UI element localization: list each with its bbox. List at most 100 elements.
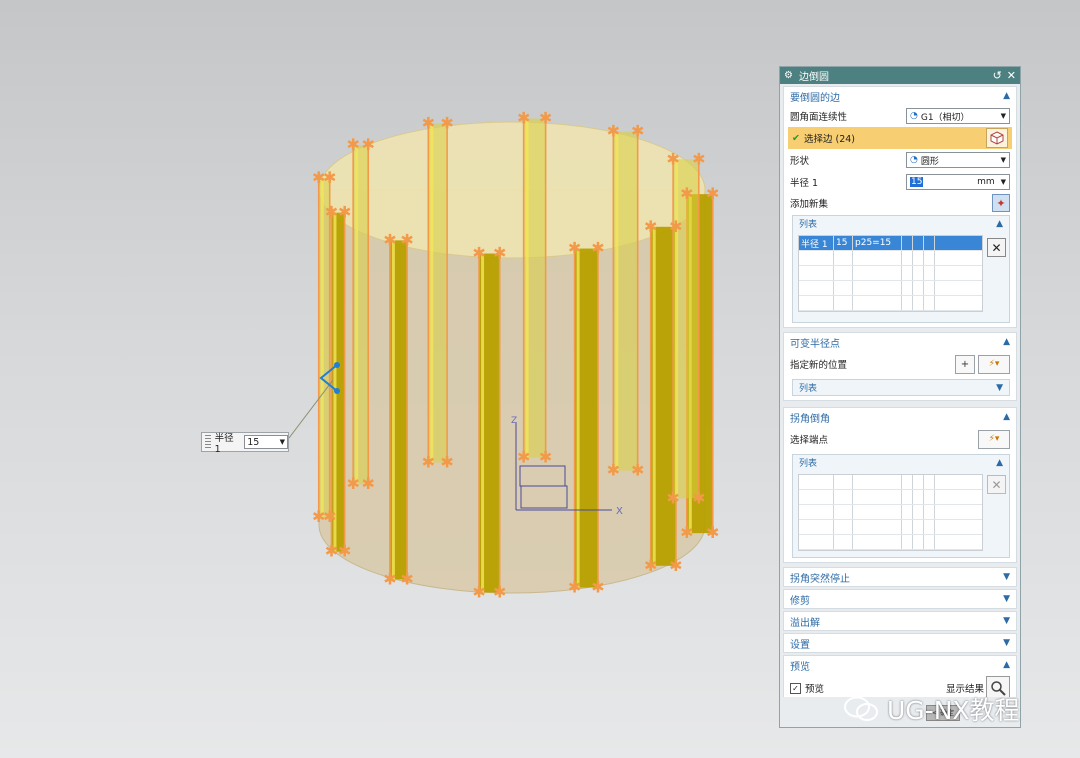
chevron-down-icon[interactable]: ▼ <box>1001 178 1006 186</box>
variable-list-panel: 列表 ▼ <box>792 379 1010 396</box>
variable-list-title: 列表 <box>799 384 818 394</box>
table-cell <box>834 520 853 534</box>
edge-marker-icon: ✱ <box>493 583 506 602</box>
shape-dropdown[interactable]: ◔ 圆形 ▼ <box>906 152 1010 168</box>
cylinder-top-face[interactable] <box>318 121 706 259</box>
flute-rib[interactable] <box>573 248 599 588</box>
endpoint-select-icon[interactable]: ⚡▾ <box>978 429 1010 449</box>
flute-rib[interactable] <box>352 145 370 485</box>
setback-list-header[interactable]: 列表 ▲ <box>793 455 1009 470</box>
table-cell <box>834 251 853 265</box>
axis-x-label: X <box>616 506 623 517</box>
table-row[interactable] <box>799 520 982 535</box>
flute-rib[interactable] <box>522 118 547 458</box>
table-cell <box>902 251 913 265</box>
chevron-down-icon[interactable]: ▼ <box>1003 638 1010 648</box>
variable-list-header[interactable]: 列表 ▼ <box>793 380 1009 395</box>
table-row[interactable] <box>799 251 982 266</box>
table-row[interactable] <box>799 296 982 311</box>
select-endpoint-row: 选择端点 ⚡▾ <box>784 426 1016 452</box>
table-cell <box>902 281 913 295</box>
float-radius-value: 15 <box>247 436 260 448</box>
delete-x-icon[interactable]: ✕ <box>987 238 1006 257</box>
chevron-up-icon[interactable]: ▲ <box>1003 412 1010 422</box>
reset-icon[interactable]: ↺ <box>993 69 1002 82</box>
table-cell <box>853 296 902 310</box>
table-row[interactable] <box>799 281 982 296</box>
section-settings-header[interactable]: 设置 ▼ <box>784 634 1016 652</box>
select-edges-row[interactable]: ✔ 选择边 (24) <box>788 127 1012 149</box>
radius-handle-top[interactable] <box>334 362 340 368</box>
radius-label: 半径 1 <box>790 178 819 189</box>
flute-rib[interactable] <box>317 177 331 517</box>
edge-marker-icon: ✱ <box>666 149 679 168</box>
table-cell <box>902 236 913 250</box>
chevron-up-icon[interactable]: ▲ <box>1003 337 1010 347</box>
continuity-value: G1（相切） <box>920 112 970 123</box>
section-overflow-header[interactable]: 溢出解 ▼ <box>784 612 1016 630</box>
edge-marker-icon: ✱ <box>346 474 359 493</box>
dialog-titlebar[interactable]: ⚙ 边倒圆 ↺ ✕ <box>780 67 1020 84</box>
setback-list-table[interactable] <box>798 474 983 551</box>
flute-rib[interactable] <box>672 159 700 499</box>
flute-rib[interactable] <box>612 131 639 471</box>
drag-grip-icon[interactable] <box>205 435 211 449</box>
edge-marker-icon: ✱ <box>591 239 604 258</box>
table-row[interactable]: 半径 1 15 p25=15 <box>799 236 982 251</box>
edge-marker-icon: ✱ <box>692 149 705 168</box>
section-variable-header[interactable]: 可变半径点 ▲ <box>784 333 1016 351</box>
table-row[interactable] <box>799 475 982 490</box>
float-radius-field[interactable]: 15 ▼ <box>244 435 288 449</box>
add-set-label: 添加新集 <box>790 199 829 210</box>
chevron-down-icon[interactable]: ▼ <box>1003 616 1010 626</box>
chevron-down-icon[interactable]: ▼ <box>280 438 285 446</box>
radius-handle-bottom[interactable] <box>334 388 340 394</box>
radius-float-input[interactable]: 半径 1 15 ▼ <box>201 432 289 455</box>
gear-icon[interactable]: ⚙ <box>784 70 793 81</box>
chevron-down-icon[interactable]: ▼ <box>1003 594 1010 604</box>
chevron-down-icon[interactable]: ▼ <box>996 383 1003 393</box>
chevron-up-icon[interactable]: ▲ <box>1003 91 1010 101</box>
table-cell <box>924 520 935 534</box>
flute-rib[interactable] <box>330 212 346 552</box>
chevron-down-icon[interactable]: ▼ <box>1003 572 1010 582</box>
point-dialog-icon[interactable]: + <box>955 354 975 374</box>
table-cell <box>913 251 924 265</box>
select-endpoint-label: 选择端点 <box>790 435 829 446</box>
table-row[interactable] <box>799 490 982 505</box>
table-row[interactable] <box>799 535 982 550</box>
edge-marker-icon: ✱ <box>422 113 435 132</box>
table-row[interactable] <box>799 505 982 520</box>
table-cell <box>853 490 902 504</box>
inferred-point-icon[interactable]: ⚡▾ <box>978 354 1010 374</box>
section-corner-setback-header[interactable]: 拐角倒角 ▲ <box>784 408 1016 426</box>
preview-checkbox[interactable]: ✓ <box>790 682 801 694</box>
radius-row: 半径 1 15 mm ▼ <box>784 171 1016 193</box>
chevron-up-icon[interactable]: ▲ <box>996 458 1003 468</box>
table-cell <box>902 475 913 489</box>
edge-select-cube-icon[interactable] <box>986 128 1008 148</box>
flute-rib[interactable] <box>649 226 677 566</box>
edges-list-table[interactable]: 半径 1 15 p25=15 <box>798 235 983 312</box>
close-icon[interactable]: ✕ <box>1007 69 1016 82</box>
add-set-icon[interactable]: ✦ <box>992 194 1010 212</box>
section-edges-header[interactable]: 要倒圆的边 ▲ <box>784 87 1016 105</box>
radius-value[interactable]: 15 <box>910 177 924 187</box>
edge-marker-icon: ✱ <box>325 203 338 222</box>
edge-marker-icon: ✱ <box>362 135 375 154</box>
radius-unit: mm <box>977 177 995 187</box>
chevron-up-icon[interactable]: ▲ <box>996 219 1003 229</box>
flute-rib[interactable] <box>427 123 448 463</box>
continuity-dropdown[interactable]: ◔ G1（相切） ▼ <box>906 108 1010 124</box>
table-row[interactable] <box>799 266 982 281</box>
section-settings-title: 设置 <box>790 639 810 651</box>
chevron-up-icon[interactable]: ▲ <box>1003 660 1010 670</box>
flute-rib[interactable] <box>389 240 408 580</box>
section-trim-header[interactable]: 修剪 ▼ <box>784 590 1016 608</box>
flute-rib[interactable] <box>478 253 501 593</box>
section-corner-stop-header[interactable]: 拐角突然停止 ▼ <box>784 568 1016 586</box>
table-cell <box>902 535 913 549</box>
radius-input[interactable]: 15 mm ▼ <box>906 174 1010 190</box>
section-preview-header[interactable]: 预览 ▲ <box>784 656 1016 674</box>
edges-list-header[interactable]: 列表 ▲ <box>793 216 1009 231</box>
